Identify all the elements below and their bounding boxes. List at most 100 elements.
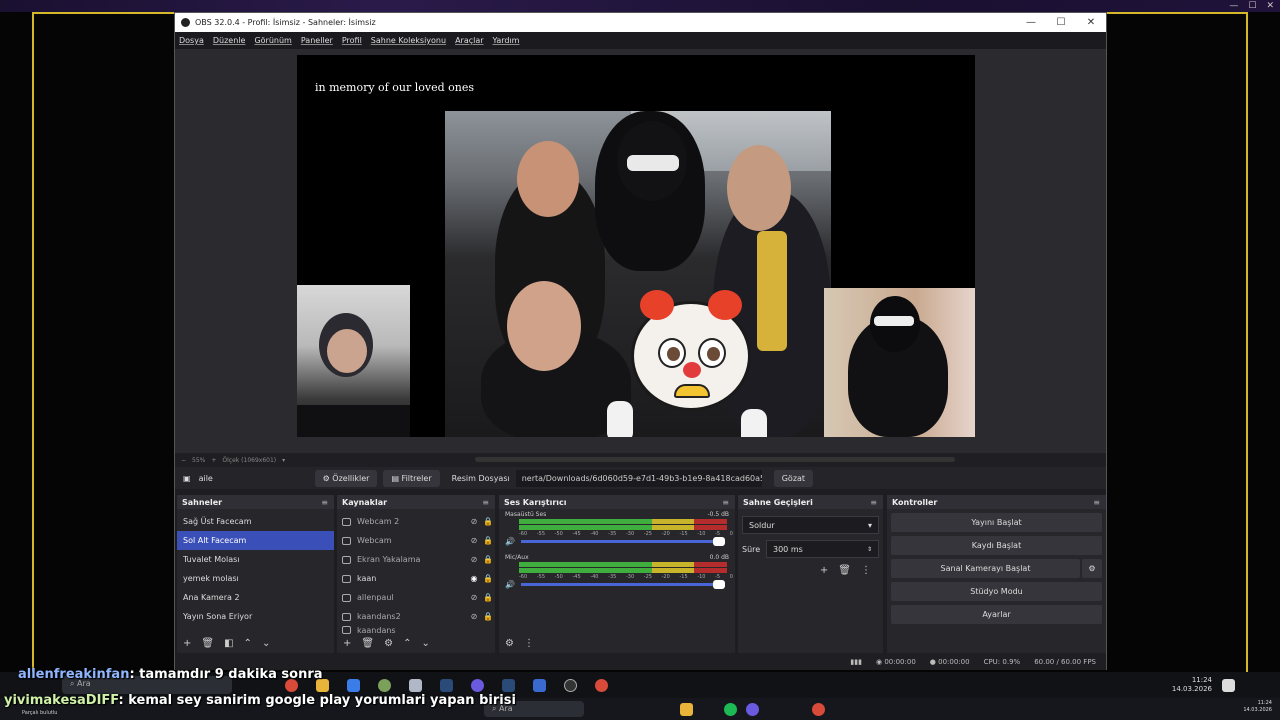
source-item[interactable]: kaan ◉ 🔒 [337, 569, 495, 588]
move-up-icon[interactable]: ⌃ [244, 638, 252, 649]
menu-duzenle[interactable]: Düzenle [213, 36, 246, 45]
lock-icon[interactable]: 🔒 [481, 555, 495, 564]
source-settings-icon[interactable]: ⚙ [384, 638, 393, 649]
visibility-icon[interactable]: ⊘ [467, 517, 481, 526]
preview-area[interactable]: in memory of our loved ones [175, 49, 1106, 453]
source-item[interactable]: Webcam ⊘ 🔒 [337, 531, 495, 550]
store-icon[interactable] [347, 679, 360, 692]
visibility-icon[interactable]: ⊘ [467, 555, 481, 564]
discord-icon[interactable] [471, 679, 484, 692]
menu-gorunum[interactable]: Görünüm [254, 36, 291, 45]
visibility-icon[interactable]: ⊘ [467, 536, 481, 545]
family-photo[interactable] [445, 111, 831, 437]
outer-window-controls[interactable]: — ☐ ✕ [1229, 1, 1274, 11]
add-scene-icon[interactable]: + [183, 638, 191, 649]
add-source-icon[interactable]: + [343, 638, 351, 649]
lock-icon[interactable]: 🔒 [481, 517, 495, 526]
speaker-icon[interactable]: 🔊 [505, 580, 515, 589]
visibility-icon[interactable]: ⊘ [467, 593, 481, 602]
settings-button[interactable]: Ayarlar [891, 605, 1102, 624]
dock-menu-icon[interactable]: ≡ [482, 498, 489, 507]
webcam-right[interactable] [824, 288, 975, 437]
source-item[interactable]: kaandans2 ⊘ 🔒 [337, 607, 495, 626]
webcam-left[interactable] [297, 285, 410, 437]
menu-profil[interactable]: Profil [342, 36, 362, 45]
preview-canvas[interactable]: in memory of our loved ones [297, 55, 975, 437]
chrome-icon[interactable] [812, 703, 825, 716]
menu-araclar[interactable]: Araçlar [455, 36, 483, 45]
discord-icon[interactable] [746, 703, 759, 716]
remove-transition-icon[interactable]: 🗑 [838, 565, 851, 576]
filters-button[interactable]: ▤ Filtreler [383, 469, 440, 487]
start-recording-button[interactable]: Kaydı Başlat [891, 536, 1102, 555]
speaker-icon[interactable]: 🔊 [505, 537, 515, 546]
dock-menu-icon[interactable]: ≡ [870, 498, 877, 507]
app-icon[interactable] [533, 679, 546, 692]
spotify-icon[interactable] [724, 703, 737, 716]
scene-item[interactable]: Yayın Sona Eriyor [177, 607, 334, 626]
start-virtual-camera-button[interactable]: Sanal Kamerayı Başlat [891, 559, 1080, 578]
scene-item[interactable]: Ana Kamera 2 [177, 588, 334, 607]
move-up-icon[interactable]: ⌃ [403, 638, 411, 649]
spin-icon[interactable]: ⇕ [867, 546, 872, 553]
menu-dosya[interactable]: Dosya [179, 36, 204, 45]
gear-icon[interactable]: ⚙ [1082, 559, 1102, 578]
lock-icon[interactable]: 🔒 [481, 536, 495, 545]
source-item[interactable]: allenpaul ⊘ 🔒 [337, 588, 495, 607]
close-button[interactable]: ✕ [1076, 17, 1106, 28]
menu-sahne-koleksiyonu[interactable]: Sahne Koleksiyonu [371, 36, 446, 45]
add-transition-icon[interactable]: + [820, 565, 828, 576]
dock-menu-icon[interactable]: ≡ [321, 498, 328, 507]
scene-filters-icon[interactable]: ◧ [224, 638, 233, 649]
scale-selector[interactable]: Ölçek (1069x601) [222, 457, 276, 464]
app-icon[interactable] [409, 679, 422, 692]
steam-icon[interactable] [502, 679, 515, 692]
mixer-menu-icon[interactable]: ⋮ [524, 638, 534, 649]
maximize-button[interactable]: ☐ [1046, 17, 1076, 28]
lock-icon[interactable]: 🔒 [481, 574, 495, 583]
file-path-field[interactable]: nerta/Downloads/6d060d59-e7d1-49b3-b1e9-… [515, 469, 762, 487]
browse-button[interactable]: Gözat [773, 469, 814, 487]
app-icon[interactable] [378, 679, 391, 692]
scene-item-selected[interactable]: Sol Alt Facecam [177, 531, 334, 550]
move-down-icon[interactable]: ⌄ [262, 638, 270, 649]
lock-icon[interactable]: 🔒 [481, 612, 495, 621]
menu-yardim[interactable]: Yardım [493, 36, 520, 45]
transition-select[interactable]: Soldur ▾ [742, 516, 879, 534]
chevron-down-icon[interactable]: ▾ [282, 457, 285, 464]
tray-clock-1[interactable]: 11:24 14.03.2026 [1160, 676, 1212, 694]
chrome-icon[interactable] [595, 679, 608, 692]
obs-icon[interactable] [564, 679, 577, 692]
volume-slider[interactable] [520, 537, 725, 546]
zoom-in-button[interactable]: + [211, 457, 216, 464]
folder-icon[interactable] [680, 703, 693, 716]
menu-paneller[interactable]: Paneller [301, 36, 333, 45]
minimize-button[interactable]: — [1016, 17, 1046, 28]
move-down-icon[interactable]: ⌄ [421, 638, 429, 649]
advanced-audio-icon[interactable]: ⚙ [505, 638, 514, 649]
studio-mode-button[interactable]: Stüdyo Modu [891, 582, 1102, 601]
transition-menu-icon[interactable]: ⋮ [861, 565, 871, 576]
scene-item[interactable]: Sağ Üst Facecam [177, 512, 334, 531]
zoom-out-button[interactable]: − [181, 457, 186, 464]
remove-source-icon[interactable]: 🗑 [361, 638, 374, 649]
volume-slider[interactable] [520, 580, 725, 589]
duration-input[interactable]: 300 ms ⇕ [766, 540, 879, 558]
dock-menu-icon[interactable]: ≡ [1093, 498, 1100, 507]
volume-knob[interactable] [712, 537, 725, 546]
lock-icon[interactable]: 🔒 [481, 593, 495, 602]
source-item[interactable]: Ekran Yakalama ⊘ 🔒 [337, 550, 495, 569]
scene-item[interactable]: Tuvalet Molası [177, 550, 334, 569]
preview-scrollbar[interactable] [475, 457, 955, 462]
visibility-icon[interactable]: ◉ [467, 574, 481, 583]
properties-button[interactable]: ⚙ Özellikler [314, 469, 378, 487]
start-streaming-button[interactable]: Yayını Başlat [891, 513, 1102, 532]
visibility-icon[interactable]: ⊘ [467, 612, 481, 621]
scene-item[interactable]: yemek molası [177, 569, 334, 588]
remove-scene-icon[interactable]: 🗑 [201, 638, 214, 649]
steam-icon[interactable] [440, 679, 453, 692]
source-item[interactable]: Webcam 2 ⊘ 🔒 [337, 512, 495, 531]
dock-menu-icon[interactable]: ≡ [722, 498, 729, 507]
tray-clock-2[interactable]: 11:24 14.03.2026 [1232, 700, 1272, 714]
volume-knob[interactable] [712, 580, 725, 589]
